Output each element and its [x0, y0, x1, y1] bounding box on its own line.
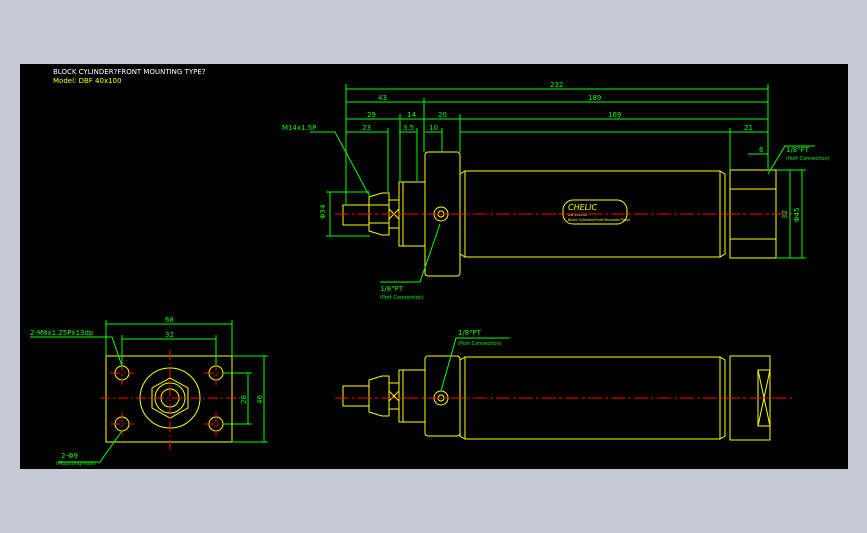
dim-overall: 232 — [550, 81, 563, 89]
mount-holes-note: (Mounting-hole) — [56, 461, 96, 467]
rear-port-note: (Port Connection) — [786, 156, 830, 162]
dim-169: 169 — [608, 111, 621, 119]
dim-3-5: 3.5 — [403, 124, 414, 132]
bottom-port-label: 1/8"PT — [458, 329, 482, 337]
front-port-note: (Port Connection) — [380, 295, 424, 301]
drawing-title: BLOCK CYLINDER?FRONT MOUNTING TYPE? — [53, 68, 206, 76]
drawing-canvas[interactable]: BLOCK CYLINDER?FRONT MOUNTING TYPE? Mode… — [20, 64, 848, 469]
label-plate: CHELIC DB 40x100 Block Cylinder(Front Mo… — [562, 199, 631, 225]
label-line2: Block Cylinder(Front Mounted Type) — [568, 218, 631, 222]
hex-nut-bottom — [368, 375, 390, 417]
dim-6: 6 — [759, 146, 764, 154]
dim-32: 32 — [781, 210, 789, 219]
front-port-label: 1/8"PT — [380, 285, 404, 293]
mount-holes-label: 2-Φ9 — [61, 452, 78, 460]
dimension-texts-top: 232 43 189 29 14 20 23 3.5 10 169 21 6 M… — [282, 81, 830, 301]
cad-drawing: BLOCK CYLINDER?FRONT MOUNTING TYPE? Mode… — [30, 68, 830, 467]
dim-43: 43 — [378, 94, 387, 102]
front-view — [105, 355, 233, 443]
dim-189: 189 — [588, 94, 601, 102]
dim-46: 46 — [256, 395, 264, 404]
dimension-lines-top — [310, 84, 815, 283]
rod-thread-bottom — [342, 385, 370, 407]
front-block-outline — [105, 355, 233, 443]
dim-10: 10 — [429, 124, 438, 132]
dim-dia45: Φ45 — [793, 208, 801, 222]
drawing-model: Model: DBF 40x100 — [53, 77, 121, 85]
rear-port-label: 1/8"PT — [786, 146, 810, 154]
dim-29: 29 — [367, 111, 376, 119]
dim-32-front: 32 — [165, 331, 174, 339]
dim-21: 21 — [744, 124, 753, 132]
dim-14: 14 — [407, 111, 416, 119]
thread-holes-label: 2-M8x1.25Px13dp — [30, 329, 94, 337]
dim-thread: M14x1.5P — [282, 124, 316, 132]
rod-thread — [342, 204, 370, 226]
dim-dia34: Φ34 — [319, 204, 327, 219]
dim-68: 68 — [165, 316, 174, 324]
dim-23: 23 — [362, 124, 371, 132]
dim-20: 20 — [438, 111, 447, 119]
dim-28: 28 — [240, 395, 248, 404]
bottom-port-note: (Port Connection) — [458, 341, 502, 347]
front-centerlines — [100, 350, 240, 450]
cad-viewer: BLOCK CYLINDER?FRONT MOUNTING TYPE? Mode… — [0, 0, 867, 533]
label-brand: CHELIC — [568, 203, 597, 212]
